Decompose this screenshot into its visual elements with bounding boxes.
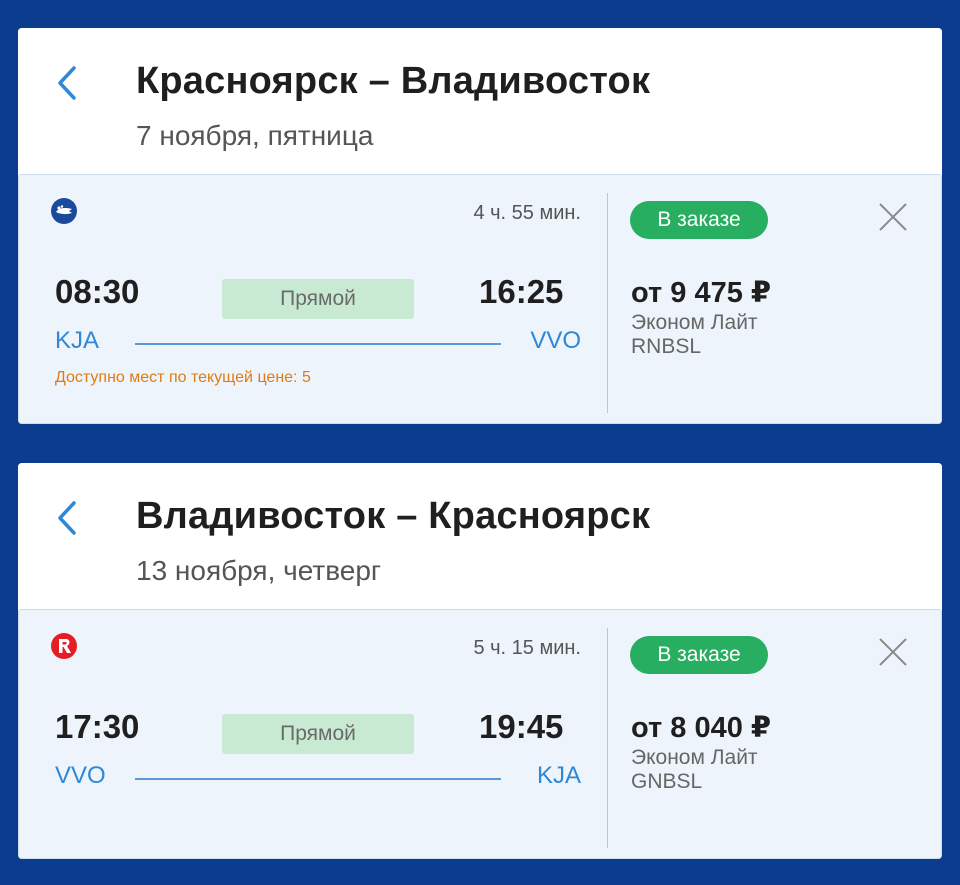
seats-left-notice: Доступно мест по текущей цене: 5 bbox=[55, 369, 311, 386]
in-order-status-badge[interactable]: В заказе bbox=[630, 201, 768, 239]
in-order-status-badge[interactable]: В заказе bbox=[630, 636, 768, 674]
departure-time: 17:30 bbox=[55, 708, 140, 745]
route-panel-return: Владивосток – Красноярск 13 ноября, четв… bbox=[18, 463, 942, 859]
route-title: Красноярск – Владивосток bbox=[136, 60, 651, 102]
route-title: Владивосток – Красноярск bbox=[136, 495, 651, 537]
route-header: Красноярск – Владивосток 7 ноября, пятни… bbox=[18, 28, 942, 174]
back-button[interactable] bbox=[48, 493, 88, 543]
direct-flight-badge: Прямой bbox=[222, 714, 414, 754]
flight-duration: 5 ч. 15 мин. bbox=[473, 637, 581, 659]
flight-card[interactable]: 4 ч. 55 мин. 08:30 Прямой 16:25 KJA VVO … bbox=[18, 174, 942, 424]
route-panel-outbound: Красноярск – Владивосток 7 ноября, пятни… bbox=[18, 28, 942, 424]
close-icon bbox=[879, 203, 907, 231]
departure-airport: VVO bbox=[55, 762, 106, 789]
route-date: 7 ноября, пятница bbox=[136, 120, 374, 151]
close-icon bbox=[879, 638, 907, 666]
fare-code: RNBSL bbox=[631, 335, 702, 358]
flight-duration: 4 ч. 55 мин. bbox=[473, 202, 581, 224]
remove-flight-button[interactable] bbox=[876, 635, 910, 669]
route-line bbox=[135, 778, 501, 780]
arrival-airport: VVO bbox=[530, 327, 581, 354]
airline-logo-icon bbox=[50, 632, 78, 660]
departure-airport: KJA bbox=[55, 327, 100, 354]
back-button[interactable] bbox=[48, 58, 88, 108]
fare-name: Эконом Лайт bbox=[631, 311, 758, 334]
route-line bbox=[135, 343, 501, 345]
remove-flight-button[interactable] bbox=[876, 200, 910, 234]
fare-name: Эконом Лайт bbox=[631, 746, 758, 769]
price: от 8 040 ₽ bbox=[631, 712, 772, 744]
card-divider bbox=[607, 628, 608, 848]
departure-time: 08:30 bbox=[55, 273, 140, 310]
arrival-time: 16:25 bbox=[479, 273, 564, 310]
arrival-time: 19:45 bbox=[479, 708, 564, 745]
airline-logo-icon bbox=[50, 197, 78, 225]
card-divider bbox=[607, 193, 608, 413]
direct-flight-badge: Прямой bbox=[222, 279, 414, 319]
flight-card[interactable]: 5 ч. 15 мин. 17:30 Прямой 19:45 VVO KJA … bbox=[18, 609, 942, 859]
route-date: 13 ноября, четверг bbox=[136, 555, 382, 586]
route-header: Владивосток – Красноярск 13 ноября, четв… bbox=[18, 463, 942, 609]
price: от 9 475 ₽ bbox=[631, 277, 772, 309]
fare-code: GNBSL bbox=[631, 770, 703, 793]
chevron-left-icon bbox=[58, 66, 76, 100]
chevron-left-icon bbox=[58, 501, 76, 535]
arrival-airport: KJA bbox=[536, 762, 581, 789]
